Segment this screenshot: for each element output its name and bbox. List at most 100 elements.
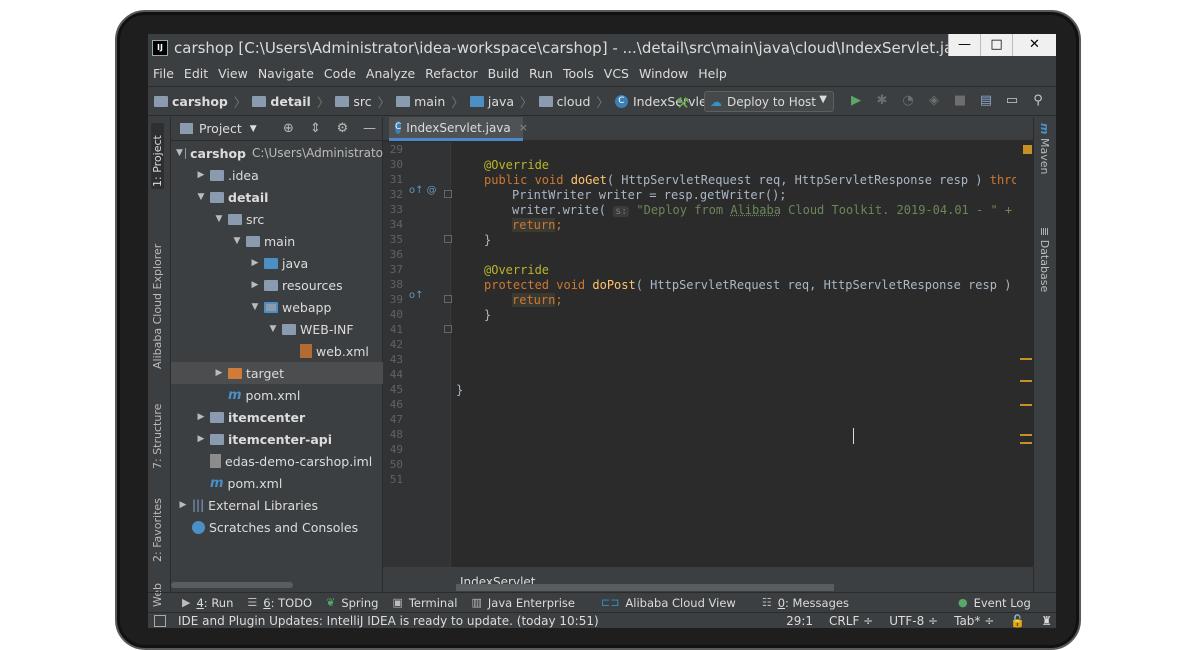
tree-item-web-xml[interactable]: web.xml — [171, 340, 383, 362]
menu-file[interactable]: File — [148, 66, 179, 81]
tree-item-itemcenter-api[interactable]: ▶ itemcenter-api — [171, 428, 383, 450]
fold-icon[interactable] — [444, 295, 452, 303]
stripe-mark[interactable] — [1020, 404, 1032, 406]
editor-horizontal-scrollbar[interactable] — [456, 584, 834, 591]
chevron-down-icon[interactable]: ▼ — [230, 236, 244, 246]
close-button[interactable]: ✕ — [1012, 34, 1056, 56]
menu-vcs[interactable]: VCS — [599, 66, 634, 81]
tool-event-log[interactable]: ● Event Log — [958, 596, 1031, 610]
stop-icon[interactable]: ■ — [947, 93, 973, 111]
breadcrumb-carshop[interactable]: carshop 〉 — [154, 92, 246, 111]
tree-item-webapp[interactable]: ▼ webapp — [171, 296, 383, 318]
layout-toggle-icon[interactable] — [154, 614, 166, 627]
stripe-mark[interactable] — [1020, 358, 1032, 360]
chevron-right-icon[interactable]: ▶ — [248, 258, 262, 268]
tool-alibaba-cloud-view[interactable]: ⊏⊐ Alibaba Cloud View — [601, 596, 736, 610]
chevron-right-icon[interactable]: ▶ — [176, 500, 190, 510]
stripe-mark[interactable] — [1020, 380, 1032, 382]
stripe-mark[interactable] — [1020, 442, 1032, 444]
file-encoding[interactable]: UTF-8 ÷ — [889, 614, 938, 628]
tool-messages[interactable]: ☷ 0: Messages — [762, 596, 849, 610]
chevron-right-icon[interactable]: ▶ — [248, 280, 262, 290]
tree-item-resources[interactable]: ▶ resources — [171, 274, 383, 296]
fold-icon[interactable] — [444, 235, 452, 243]
menu-build[interactable]: Build — [483, 66, 524, 81]
tool-todo[interactable]: ☰ 6: TODO — [247, 596, 312, 610]
chevron-down-icon[interactable]: ▼ — [194, 192, 208, 202]
stripe-mark[interactable] — [1020, 434, 1032, 436]
tree-item--idea[interactable]: ▶ .idea — [171, 164, 383, 186]
line-separator[interactable]: CRLF ÷ — [829, 614, 873, 628]
close-tab-icon[interactable]: × — [519, 121, 528, 134]
tab-alibaba-cloud-explorer[interactable]: Alibaba Cloud Explorer — [151, 209, 164, 369]
collapse-all-icon[interactable]: ⇕ — [302, 121, 329, 136]
chevron-right-icon[interactable]: ▶ — [194, 170, 208, 180]
fold-icon[interactable] — [444, 325, 452, 333]
breadcrumb-indexservlet[interactable]: C IndexServlet — [614, 94, 712, 109]
error-stripe[interactable] — [1020, 142, 1032, 567]
breadcrumb-java[interactable]: java 〉 — [469, 92, 533, 111]
menu-code[interactable]: Code — [319, 66, 361, 81]
tab-maven[interactable]: m Maven — [1038, 123, 1051, 174]
run-icon[interactable]: ▶ — [843, 93, 869, 111]
hide-icon[interactable]: — — [356, 121, 383, 136]
override-marker-icon[interactable]: o↑ — [409, 290, 424, 301]
breadcrumb-detail[interactable]: detail 〉 — [252, 92, 329, 111]
chevron-right-icon[interactable]: ▶ — [194, 434, 208, 444]
chevron-down-icon[interactable]: ▼ — [266, 324, 280, 334]
chevron-down-icon[interactable]: ▼ — [212, 214, 226, 224]
tree-item-src[interactable]: ▼ src — [171, 208, 383, 230]
horizontal-scrollbar[interactable] — [171, 582, 293, 588]
indent-setting[interactable]: Tab* ÷ — [954, 614, 994, 628]
locate-icon[interactable]: ⊕ — [275, 121, 302, 136]
tree-item-web-inf[interactable]: ▼ WEB-INF — [171, 318, 383, 340]
terminal-icon[interactable]: ▭ — [999, 93, 1025, 111]
coverage-icon[interactable]: ◔ — [895, 93, 921, 111]
search-icon[interactable]: ⚲ — [1025, 93, 1051, 111]
menu-analyze[interactable]: Analyze — [361, 66, 420, 81]
tool-run[interactable]: ▶ 4: Run — [182, 596, 233, 610]
maximize-button[interactable]: □ — [980, 34, 1012, 56]
menu-view[interactable]: View — [213, 66, 253, 81]
project-view-selector[interactable]: Project — [199, 121, 242, 136]
tree-item-target[interactable]: ▶ target — [171, 362, 383, 384]
override-marker-icon[interactable]: o↑ @ — [409, 185, 437, 196]
chevron-right-icon[interactable]: ▶ — [194, 412, 208, 422]
tree-item-pom-xml[interactable]: m pom.xml — [171, 472, 383, 494]
code-content[interactable]: @Override public void doGet( HttpServlet… — [456, 142, 1016, 567]
chevron-down-icon[interactable]: ▼ — [250, 124, 257, 134]
menu-edit[interactable]: Edit — [179, 66, 213, 81]
tool-spring[interactable]: ❦ Spring — [326, 596, 378, 610]
tree-item-itemcenter[interactable]: ▶ itemcenter — [171, 406, 383, 428]
tab-database[interactable]: ≣ Database — [1038, 227, 1051, 292]
tab-structure[interactable]: 7: Structure — [151, 397, 164, 469]
tree-item-main[interactable]: ▼ main — [171, 230, 383, 252]
chevron-down-icon[interactable]: ▼ — [248, 302, 262, 312]
tree-item-carshop[interactable]: ▼ carshop C:\Users\Administrato — [171, 142, 383, 164]
caret-position[interactable]: 29:1 — [786, 614, 813, 628]
tree-item-pom-xml[interactable]: m pom.xml — [171, 384, 383, 406]
tree-item-scratches-and-consoles[interactable]: Scratches and Consoles — [171, 516, 383, 538]
tree-item-detail[interactable]: ▼ detail — [171, 186, 383, 208]
debug-icon[interactable]: ✱ — [869, 93, 895, 111]
tree-item-java[interactable]: ▶ java — [171, 252, 383, 274]
warning-status-icon[interactable] — [1023, 145, 1032, 154]
breadcrumb-main[interactable]: main 〉 — [396, 92, 464, 111]
breadcrumb-src[interactable]: src 〉 — [335, 92, 390, 111]
status-message[interactable]: IDE and Plugin Updates: IntelliJ IDEA is… — [178, 614, 599, 628]
tab-indexservlet-java[interactable]: C IndexServlet.java × — [389, 117, 528, 141]
lock-icon[interactable]: 🔓 — [1010, 614, 1025, 628]
tool-java-enterprise[interactable]: ▥ Java Enterprise — [471, 596, 575, 610]
chevron-down-icon[interactable]: ▼ — [176, 148, 183, 158]
minimize-button[interactable]: — — [948, 34, 980, 56]
deploy-config-dropdown[interactable]: ☁ Deploy to Host ▼ — [704, 91, 834, 112]
tab-project[interactable]: 1: Project — [151, 123, 164, 189]
tab-favorites[interactable]: 2: Favorites — [151, 492, 164, 562]
menu-tools[interactable]: Tools — [558, 66, 599, 81]
menu-run[interactable]: Run — [524, 66, 558, 81]
menu-help[interactable]: Help — [693, 66, 732, 81]
profile-icon[interactable]: ◈ — [921, 93, 947, 111]
menu-navigate[interactable]: Navigate — [253, 66, 319, 81]
tree-item-edas-demo-carshop-iml[interactable]: edas-demo-carshop.iml — [171, 450, 383, 472]
menu-window[interactable]: Window — [634, 66, 693, 81]
